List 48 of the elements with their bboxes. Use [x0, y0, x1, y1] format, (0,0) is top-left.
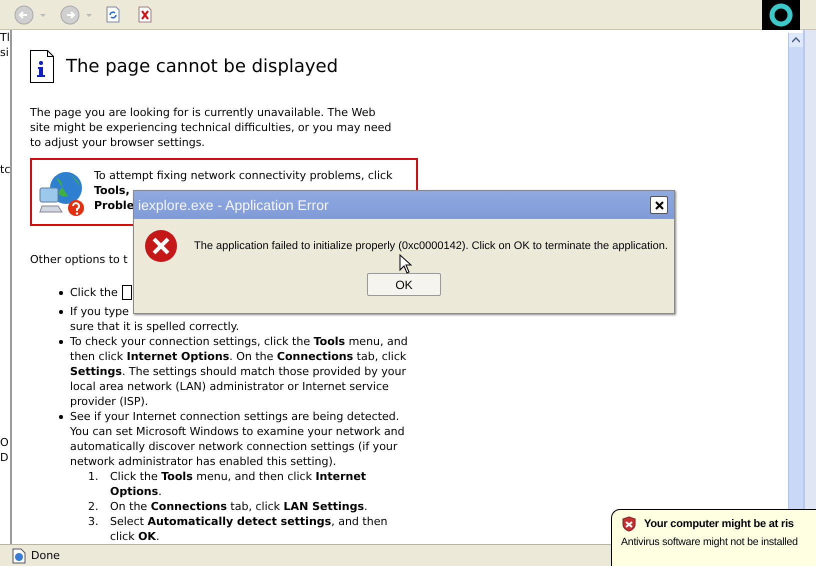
options-heading: Other options to t — [30, 252, 128, 267]
step-text: Click the Tools menu, and then click Internet Options. — [110, 469, 368, 499]
bullet-icon — [59, 291, 63, 295]
intro-paragraph: The page you are looking for is currently unavailable. The Web site might be experiencing technical difficulties, or you may need to adjust your browser settings. — [30, 105, 392, 150]
option-text: If you type — [70, 304, 129, 319]
mouse-pointer-icon — [399, 254, 412, 274]
cut-off-text: O — [0, 435, 9, 450]
option-text: See if your Internet connection settings are being detected. You can set Microsoft Windows to examine your network and automatically discover network connection settings (if your network administrator has enabled this setting). — [70, 409, 406, 469]
dropdown-arrow-icon[interactable] — [40, 12, 46, 18]
loading-throbber-icon — [762, 0, 800, 30]
small-button-icon — [122, 285, 132, 300]
balloon-text: Antivirus software might not be installed — [621, 536, 798, 548]
balloon-title: Your computer might be at ris — [644, 518, 794, 530]
tip-text: Proble — [94, 198, 134, 213]
option-text: Click the — [70, 285, 118, 300]
back-icon[interactable] — [14, 4, 34, 24]
step-number: 1. — [88, 469, 100, 485]
info-page-icon — [30, 50, 54, 83]
cut-off-text: D — [0, 450, 8, 465]
error-icon — [144, 229, 178, 263]
page-title: The page cannot be displayed — [66, 56, 338, 78]
cut-off-text: si — [0, 45, 9, 60]
cut-off-text: Tl — [0, 30, 10, 45]
security-warning-toast[interactable]: Your computer might be at ris Antivirus software might not be installed — [611, 509, 816, 566]
step-text: On the Connections tab, click LAN Settings. — [110, 499, 368, 514]
bullet-icon — [59, 310, 63, 314]
close-button[interactable] — [650, 196, 668, 214]
tip-text: To attempt fixing network connectivity problems, click — [94, 168, 392, 183]
page-icon — [12, 548, 26, 564]
tip-text: Tools, — [94, 183, 130, 198]
refresh-icon[interactable] — [106, 6, 120, 23]
bullet-icon — [59, 415, 63, 419]
close-icon — [654, 200, 664, 210]
error-message: The application failed to initialize properly (0xc0000142). Click on OK to terminate the application. — [194, 240, 668, 252]
option-text: To check your connection settings, click the Tools menu, and then click Internet Options. On the Connections tab, click Settings. The settings should match those provided by your local area network (LAN) administrator or Internet service provider (ISP). — [70, 334, 409, 409]
dialog-title: iexplore.exe - Application Error — [138, 197, 329, 213]
dropdown-arrow-icon[interactable] — [86, 12, 92, 18]
step-number: 2. — [88, 499, 100, 514]
forward-icon[interactable] — [60, 4, 80, 24]
security-shield-icon — [621, 516, 637, 532]
bullet-icon — [59, 340, 63, 344]
step-number: 3. — [88, 514, 100, 530]
step-text: Select Automatically detect settings, and then click OK. — [110, 514, 388, 544]
option-text: sure that it is spelled correctly. — [70, 319, 240, 334]
status-text: Done — [31, 549, 60, 562]
cut-off-text: tc — [0, 162, 10, 177]
stop-icon[interactable] — [138, 6, 152, 23]
ok-button[interactable]: OK — [367, 273, 441, 296]
